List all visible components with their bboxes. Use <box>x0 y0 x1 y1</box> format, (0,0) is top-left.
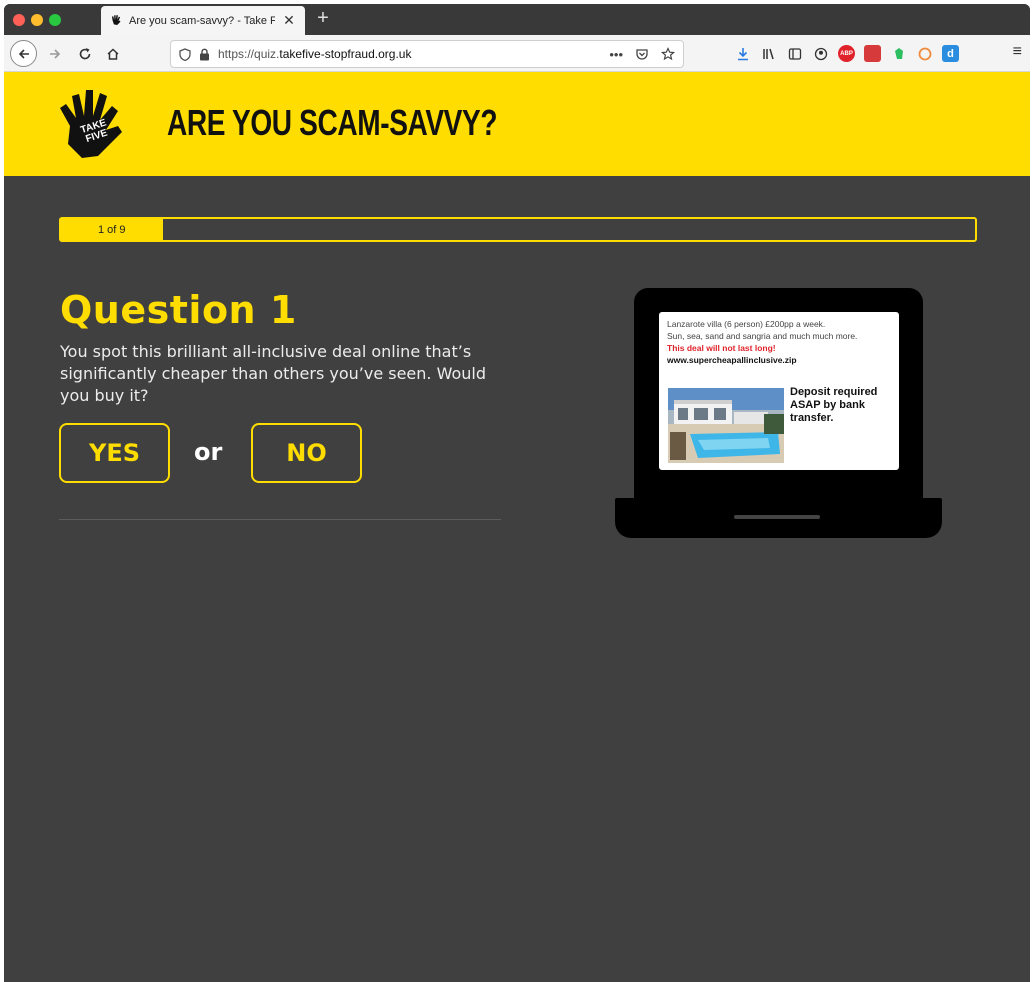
villa-pool-image <box>668 388 784 463</box>
page-title: ARE YOU SCAM-SAVVY? <box>167 102 498 143</box>
site-header: TAKE FIVE ARE YOU SCAM-SAVVY? <box>4 72 1030 176</box>
window-close-button[interactable] <box>13 14 25 26</box>
reload-icon <box>79 48 91 60</box>
adblock-icon[interactable]: ABP <box>838 45 855 62</box>
forward-button[interactable] <box>42 41 68 67</box>
ad-deposit-text: Deposit required ASAP by bank transfer. <box>790 386 878 424</box>
home-icon <box>107 48 119 60</box>
library-icon[interactable] <box>760 45 777 62</box>
hand-favicon-icon <box>109 14 123 28</box>
home-button[interactable] <box>100 41 126 67</box>
url-text: https://quiz.takefive-stopfraud.org.uk <box>218 47 412 61</box>
sidebar-icon[interactable] <box>786 45 803 62</box>
tab-close-icon[interactable]: ✕ <box>281 12 297 29</box>
browser-window: Are you scam-savvy? - Take Fi ✕ + https:… <box>4 4 1030 982</box>
browser-tab[interactable]: Are you scam-savvy? - Take Fi ✕ <box>101 6 305 35</box>
back-arrow-icon <box>18 48 29 59</box>
divider <box>59 519 501 520</box>
window-maximize-button[interactable] <box>49 14 61 26</box>
tab-title: Are you scam-savvy? - Take Fi <box>129 14 275 27</box>
tab-bar: Are you scam-savvy? - Take Fi ✕ + <box>4 4 1030 35</box>
shield-icon <box>179 47 191 61</box>
progress-fill: 1 of 9 <box>61 219 163 240</box>
download-icon[interactable] <box>734 45 751 62</box>
ad-offer-text: Lanzarote villa (6 person) £200pp a week… <box>667 319 826 329</box>
no-button[interactable]: NO <box>251 423 362 483</box>
window-minimize-button[interactable] <box>31 14 43 26</box>
laptop-screen-ad: Lanzarote villa (6 person) £200pp a week… <box>659 312 899 470</box>
ad-warning-text: This deal will not last long! <box>667 343 776 353</box>
laptop-notch <box>734 515 820 519</box>
account-icon[interactable] <box>812 45 829 62</box>
extension-orange-icon[interactable] <box>916 45 933 62</box>
extension-red-icon[interactable] <box>864 45 881 62</box>
pocket-icon[interactable] <box>635 47 649 61</box>
new-tab-button[interactable]: + <box>312 7 334 30</box>
forward-arrow-icon <box>50 49 61 59</box>
bookmark-star-icon[interactable] <box>661 47 675 61</box>
or-label: or <box>194 438 223 466</box>
hamburger-menu-icon[interactable]: ≡ <box>1013 43 1022 61</box>
page-actions-more-icon[interactable]: ••• <box>609 47 623 62</box>
url-bar[interactable]: https://quiz.takefive-stopfraud.org.uk •… <box>170 40 684 68</box>
navigation-bar: https://quiz.takefive-stopfraud.org.uk •… <box>4 35 1030 72</box>
ad-url-text: www.supercheapallinclusive.zip <box>667 355 797 365</box>
quiz-progress-bar: 1 of 9 <box>59 217 977 242</box>
yes-button[interactable]: YES <box>59 423 170 483</box>
lock-icon <box>200 48 209 60</box>
ad-description-text: Sun, sea, sand and sangria and much much… <box>667 331 858 341</box>
back-button[interactable] <box>10 40 37 67</box>
evernote-icon[interactable] <box>890 45 907 62</box>
question-heading: Question 1 <box>60 288 297 332</box>
question-text: You spot this brilliant all-inclusive de… <box>60 342 486 405</box>
reload-button[interactable] <box>72 41 98 67</box>
progress-label: 1 of 9 <box>98 223 126 236</box>
extension-blue-icon[interactable]: d <box>942 45 959 62</box>
